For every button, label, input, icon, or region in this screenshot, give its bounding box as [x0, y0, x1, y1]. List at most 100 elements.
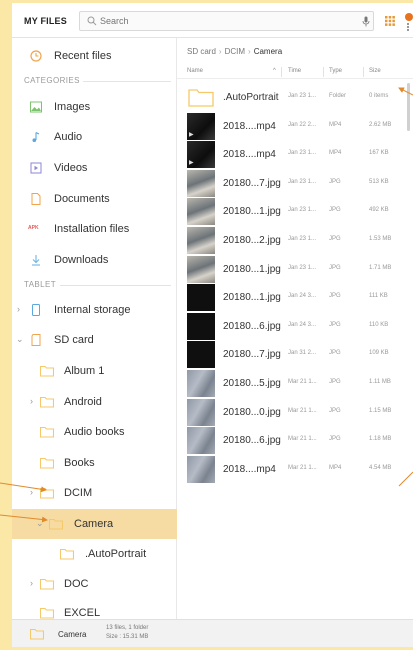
folder-icon	[40, 607, 54, 619]
sidebar-folder-camera[interactable]: ⌄ Camera	[12, 509, 177, 539]
file-type: Folder	[329, 93, 347, 99]
folder-icon	[40, 457, 54, 469]
sidebar-item-internal-storage[interactable]: › Internal storage	[12, 295, 177, 325]
file-type: MP4	[329, 150, 342, 157]
status-folder-name: Camera	[58, 630, 87, 639]
sidebar-item-videos[interactable]: Videos	[12, 153, 177, 183]
file-size: 1.18 MB	[369, 436, 392, 443]
breadcrumb-item[interactable]: DCIM	[225, 47, 245, 56]
tablet-heading-text: TABLET	[24, 280, 57, 289]
sidebar-folder-autoportrait[interactable]: .AutoPortrait	[12, 539, 177, 569]
sidebar-folder-android[interactable]: › Android	[12, 387, 177, 417]
sidebar-item-label: Downloads	[54, 254, 109, 266]
file-name: 20180...6.jpg	[223, 435, 281, 447]
chevron-right-icon[interactable]: ›	[30, 396, 33, 406]
grid-view-icon[interactable]	[385, 16, 395, 26]
file-thumbnail	[187, 312, 215, 340]
chevron-right-icon[interactable]: ›	[30, 487, 33, 497]
tablet-heading: TABLET	[24, 280, 171, 289]
file-name: 2018....mp4	[223, 120, 276, 132]
file-date: Jan 23 1...	[288, 93, 317, 99]
file-thumbnail	[187, 341, 215, 369]
file-thumbnail	[187, 284, 215, 312]
file-row[interactable]: 20180...6.jpg Mar 21 1... JPG 1.18 MB	[177, 426, 413, 455]
sidebar-item-label: SD card	[54, 334, 94, 346]
file-row[interactable]: 20180...1.jpg Jan 24 3... JPG 111 KB	[177, 283, 413, 312]
search-input[interactable]	[100, 14, 340, 28]
file-thumbnail	[187, 198, 215, 226]
column-size[interactable]: Size	[369, 68, 381, 74]
file-size: 492 KB	[369, 207, 389, 214]
file-name: 20180...1.jpg	[223, 263, 281, 275]
file-row[interactable]: .AutoPortrait Jan 23 1... Folder 0 items	[177, 83, 413, 111]
file-name: 20180...5.jpg	[223, 378, 281, 389]
file-row[interactable]: 20180...0.jpg Mar 21 1... JPG 1.15 MB	[177, 398, 413, 426]
sidebar-folder-doc[interactable]: › DOC	[12, 569, 177, 599]
column-type[interactable]: Type	[329, 68, 342, 74]
file-type: JPG	[329, 293, 341, 300]
file-row[interactable]: ▶ 2018....mp4 Jan 23 1... MP4 167 KB	[177, 140, 413, 169]
sort-ascending-icon[interactable]: ^	[273, 68, 276, 74]
file-size: 167 KB	[369, 150, 389, 157]
sidebar-item-audio[interactable]: Audio	[12, 122, 177, 152]
file-name: 2018....mp4	[223, 463, 276, 475]
sidebar-item-images[interactable]: Images	[12, 92, 177, 122]
breadcrumb-item[interactable]: SD card	[187, 47, 216, 56]
sidebar-item-label: Camera	[74, 518, 114, 530]
column-name[interactable]: Name	[187, 68, 203, 74]
sidebar-folder-album-1[interactable]: Album 1	[12, 356, 177, 386]
file-size: 2.62 MB	[369, 121, 392, 128]
folder-icon	[40, 426, 54, 438]
file-type: JPG	[329, 236, 341, 242]
file-row[interactable]: 20180...1.jpg Jan 23 1... JPG 1.71 MB	[177, 255, 413, 283]
sidebar-folder-dcim[interactable]: › DCIM	[12, 478, 177, 508]
file-type: JPG	[329, 379, 341, 385]
file-thumbnail	[187, 370, 215, 397]
column-time[interactable]: Time	[288, 68, 301, 74]
folder-icon	[187, 84, 215, 111]
file-row[interactable]: 2018....mp4 Mar 21 1... MP4 4.54 MB	[177, 455, 413, 483]
sidebar-item-sd-card[interactable]: ⌄ SD card	[12, 325, 177, 355]
sd-card-icon	[31, 334, 41, 346]
file-row[interactable]: 20180...2.jpg Jan 23 1... JPG 1.53 MB	[177, 226, 413, 254]
sidebar-item-label: Documents	[54, 193, 110, 205]
file-row[interactable]: 20180...7.jpg Jan 23 1... JPG 513 KB	[177, 169, 413, 197]
folder-icon	[30, 628, 44, 640]
file-row[interactable]: 20180...5.jpg Mar 21 1... JPG 1.11 MB	[177, 369, 413, 397]
breadcrumb-current: Camera	[253, 47, 283, 56]
file-row[interactable]: ▶ 2018....mp4 Jan 22 2... MP4 2.62 MB	[177, 112, 413, 140]
file-name: 20180...6.jpg	[223, 320, 281, 332]
microphone-icon[interactable]	[362, 16, 370, 27]
file-type: JPG	[329, 407, 341, 414]
sidebar-folder-audio-books[interactable]: Audio books	[12, 417, 177, 447]
file-size: 111 KB	[369, 293, 388, 300]
chevron-right-icon[interactable]: ›	[30, 578, 33, 588]
chevron-right-icon[interactable]: ›	[17, 304, 20, 314]
file-name: .AutoPortrait	[223, 92, 279, 103]
sidebar-item-recent-files[interactable]: Recent files	[12, 41, 177, 71]
file-size: 0 items	[369, 93, 389, 99]
file-type: JPG	[329, 350, 341, 357]
chevron-down-icon[interactable]: ⌄	[16, 334, 24, 345]
app-header: MY FILES	[12, 3, 413, 38]
sidebar-item-label: Videos	[54, 162, 88, 174]
file-row[interactable]: 20180...1.jpg Jan 23 1... JPG 492 KB	[177, 197, 413, 226]
search-box[interactable]	[79, 11, 374, 31]
breadcrumb: SD card › DCIM › Camera	[187, 47, 282, 56]
file-row[interactable]: 20180...6.jpg Jan 24 3... JPG 110 KB	[177, 312, 413, 340]
categories-heading-text: CATEGORIES	[24, 76, 80, 85]
sidebar-item-downloads[interactable]: Downloads	[12, 245, 177, 275]
sidebar-item-label: Books	[64, 457, 95, 469]
file-type: JPG	[329, 321, 341, 328]
file-name: 20180...1.jpg	[223, 206, 281, 218]
phone-icon	[32, 304, 40, 316]
sidebar-folder-books[interactable]: Books	[12, 448, 177, 478]
file-date: Mar 21 1...	[288, 464, 317, 471]
sidebar-item-installation-files[interactable]: APK Installation files	[12, 214, 177, 244]
chevron-down-icon[interactable]: ⌄	[36, 518, 44, 529]
file-row[interactable]: 20180...7.jpg Jan 31 2... JPG 109 KB	[177, 340, 413, 369]
search-icon	[87, 16, 97, 26]
file-type: JPG	[329, 436, 341, 443]
more-options-icon[interactable]	[404, 13, 413, 31]
sidebar-item-documents[interactable]: Documents	[12, 184, 177, 214]
